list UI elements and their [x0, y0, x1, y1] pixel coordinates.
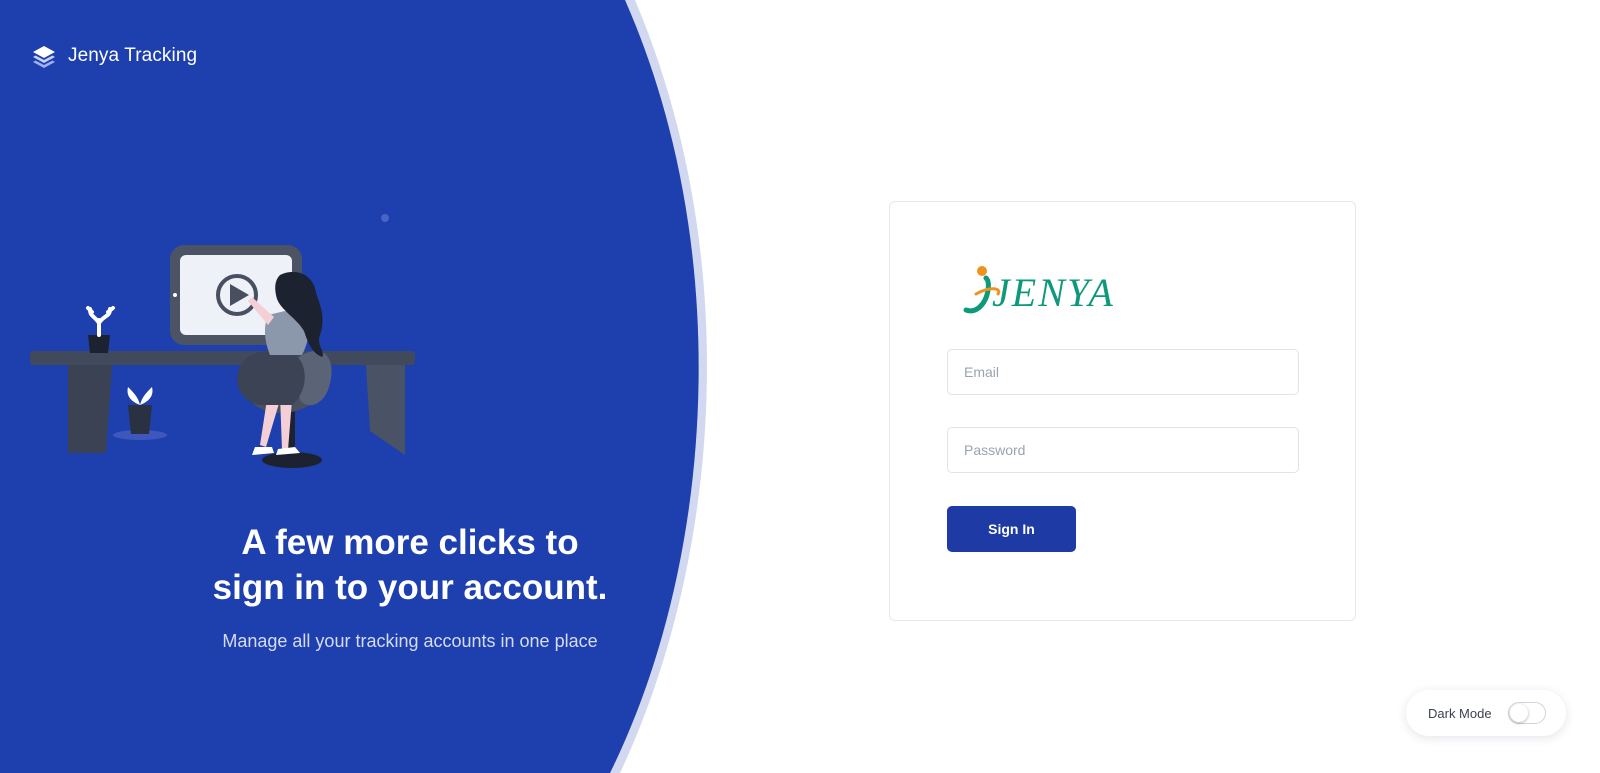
layers-icon	[33, 46, 55, 68]
hero-title-line-2: sign in to your account.	[212, 568, 608, 607]
hero-title-line-1: A few more clicks to	[241, 523, 579, 562]
login-page: Jenya Tracking A few more clicks to sign…	[0, 0, 1600, 773]
jenya-logo: JENYA	[962, 260, 1142, 320]
dark-mode-widget: Dark Mode	[1406, 690, 1566, 736]
dark-mode-label: Dark Mode	[1428, 705, 1492, 721]
login-card: JENYA Sign In	[889, 201, 1356, 621]
email-input[interactable]	[947, 349, 1299, 395]
sign-in-button[interactable]: Sign In	[947, 506, 1076, 552]
jenya-logo-text: JENYA	[992, 270, 1115, 315]
brand-name: Jenya Tracking	[68, 45, 198, 66]
dark-mode-toggle[interactable]	[1507, 702, 1546, 724]
hero-subtitle: Manage all your tracking accounts in one…	[222, 631, 598, 651]
toggle-knob	[1509, 704, 1528, 722]
hero-title: A few more clicks to sign in to your acc…	[190, 520, 630, 610]
password-input[interactable]	[947, 427, 1299, 473]
brand[interactable]: Jenya Tracking	[32, 44, 197, 68]
desk-illustration	[30, 214, 415, 468]
